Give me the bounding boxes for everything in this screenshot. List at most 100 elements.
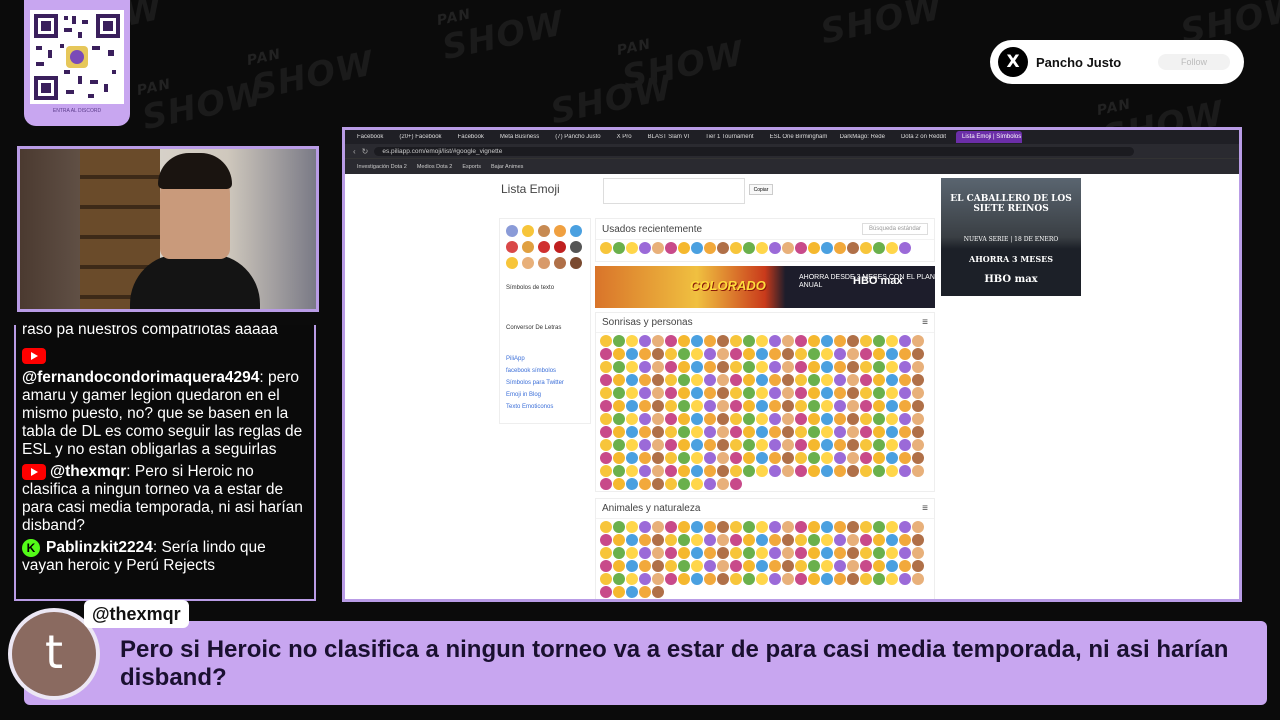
emoji-glyph[interactable] — [756, 465, 768, 477]
side-ad[interactable]: EL CABALLERO DE LOS SIETE REINOS NUEVA S… — [941, 178, 1081, 296]
emoji-glyph[interactable] — [769, 374, 781, 386]
emoji-glyph[interactable] — [626, 335, 638, 347]
emoji-glyph[interactable] — [652, 400, 664, 412]
emoji-glyph[interactable] — [860, 439, 872, 451]
emoji-glyph[interactable] — [821, 521, 833, 533]
emoji-glyph[interactable] — [782, 534, 794, 546]
emoji-glyph[interactable] — [730, 335, 742, 347]
emoji-glyph[interactable] — [691, 426, 703, 438]
emoji-glyph[interactable] — [795, 547, 807, 559]
emoji-glyph[interactable] — [613, 534, 625, 546]
emoji-glyph[interactable] — [847, 560, 859, 572]
emoji-glyph[interactable] — [678, 534, 690, 546]
emoji-glyph[interactable] — [665, 478, 677, 490]
emoji-glyph[interactable] — [600, 361, 612, 373]
sidebar-link[interactable]: Símbolos para Twitter — [506, 377, 590, 389]
emoji-glyph[interactable] — [795, 573, 807, 585]
emoji-glyph[interactable] — [886, 242, 898, 254]
emoji-glyph[interactable] — [782, 335, 794, 347]
emoji-glyph[interactable] — [691, 400, 703, 412]
emoji-glyph[interactable] — [912, 361, 924, 373]
copy-textarea[interactable] — [603, 178, 745, 204]
emoji-glyph[interactable] — [691, 348, 703, 360]
emoji-glyph[interactable] — [834, 534, 846, 546]
letter-converter-heading[interactable]: Conversor De Letras — [506, 325, 590, 331]
browser-tab[interactable]: Meta Business — [494, 134, 545, 140]
emoji-glyph[interactable] — [821, 439, 833, 451]
emoji-glyph[interactable] — [756, 439, 768, 451]
emoji-glyph[interactable] — [626, 547, 638, 559]
category-icon[interactable] — [538, 225, 550, 237]
emoji-glyph[interactable] — [834, 361, 846, 373]
emoji-glyph[interactable] — [782, 547, 794, 559]
emoji-glyph[interactable] — [613, 348, 625, 360]
emoji-glyph[interactable] — [678, 335, 690, 347]
emoji-glyph[interactable] — [704, 348, 716, 360]
browser-tab[interactable]: (20+) Facebook — [393, 134, 447, 140]
emoji-glyph[interactable] — [821, 426, 833, 438]
emoji-glyph[interactable] — [834, 465, 846, 477]
emoji-glyph[interactable] — [899, 348, 911, 360]
emoji-glyph[interactable] — [678, 439, 690, 451]
emoji-glyph[interactable] — [652, 560, 664, 572]
emoji-glyph[interactable] — [899, 560, 911, 572]
emoji-glyph[interactable] — [730, 478, 742, 490]
sidebar-link[interactable]: facebook símbolos — [506, 365, 590, 377]
search-mode[interactable]: Búsqueda estándar — [861, 223, 928, 235]
emoji-glyph[interactable] — [873, 521, 885, 533]
emoji-glyph[interactable] — [847, 534, 859, 546]
emoji-glyph[interactable] — [639, 573, 651, 585]
emoji-glyph[interactable] — [652, 413, 664, 425]
emoji-glyph[interactable] — [847, 426, 859, 438]
emoji-glyph[interactable] — [821, 335, 833, 347]
emoji-glyph[interactable] — [756, 426, 768, 438]
emoji-glyph[interactable] — [743, 439, 755, 451]
emoji-glyph[interactable] — [795, 374, 807, 386]
emoji-glyph[interactable] — [730, 348, 742, 360]
emoji-glyph[interactable] — [808, 426, 820, 438]
browser-tab[interactable]: DarkMago: Rede — [834, 134, 891, 140]
emoji-glyph[interactable] — [600, 465, 612, 477]
emoji-glyph[interactable] — [600, 521, 612, 533]
category-icon[interactable] — [570, 257, 582, 269]
emoji-glyph[interactable] — [795, 413, 807, 425]
category-icon[interactable] — [570, 241, 582, 253]
emoji-glyph[interactable] — [717, 465, 729, 477]
emoji-glyph[interactable] — [717, 560, 729, 572]
emoji-glyph[interactable] — [639, 426, 651, 438]
emoji-glyph[interactable] — [665, 374, 677, 386]
emoji-glyph[interactable] — [626, 573, 638, 585]
category-icon[interactable] — [506, 225, 518, 237]
emoji-glyph[interactable] — [704, 452, 716, 464]
category-icon[interactable] — [538, 241, 550, 253]
emoji-glyph[interactable] — [912, 387, 924, 399]
emoji-glyph[interactable] — [860, 560, 872, 572]
emoji-glyph[interactable] — [782, 560, 794, 572]
emoji-glyph[interactable] — [704, 242, 716, 254]
emoji-glyph[interactable] — [717, 361, 729, 373]
emoji-glyph[interactable] — [756, 242, 768, 254]
emoji-glyph[interactable] — [730, 400, 742, 412]
bookmark-item[interactable]: Medios Dota 2 — [417, 164, 452, 170]
emoji-glyph[interactable] — [626, 374, 638, 386]
emoji-glyph[interactable] — [782, 242, 794, 254]
emoji-glyph[interactable] — [652, 586, 664, 598]
emoji-glyph[interactable] — [899, 413, 911, 425]
emoji-glyph[interactable] — [626, 560, 638, 572]
emoji-glyph[interactable] — [600, 547, 612, 559]
emoji-glyph[interactable] — [886, 521, 898, 533]
emoji-glyph[interactable] — [899, 547, 911, 559]
emoji-glyph[interactable] — [717, 452, 729, 464]
emoji-glyph[interactable] — [743, 521, 755, 533]
emoji-glyph[interactable] — [886, 439, 898, 451]
emoji-glyph[interactable] — [717, 478, 729, 490]
emoji-glyph[interactable] — [743, 452, 755, 464]
emoji-glyph[interactable] — [652, 348, 664, 360]
emoji-glyph[interactable] — [847, 361, 859, 373]
emoji-glyph[interactable] — [912, 348, 924, 360]
emoji-glyph[interactable] — [847, 413, 859, 425]
emoji-glyph[interactable] — [665, 573, 677, 585]
emoji-glyph[interactable] — [691, 560, 703, 572]
emoji-glyph[interactable] — [691, 361, 703, 373]
emoji-glyph[interactable] — [639, 560, 651, 572]
